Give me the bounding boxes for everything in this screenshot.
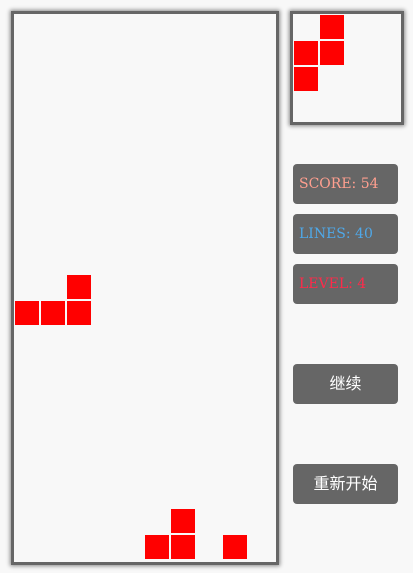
level-label: LEVEL: 4 [299, 276, 367, 292]
next-piece-block [293, 66, 319, 92]
board-block [66, 274, 92, 300]
restart-button[interactable]: 重新开始 [293, 464, 398, 504]
board-block [14, 300, 40, 326]
next-piece-block [319, 14, 345, 40]
lines-label: LINES: 40 [299, 226, 373, 242]
lines-display: LINES: 40 [293, 214, 398, 254]
board-block [170, 534, 196, 560]
next-piece-block [319, 40, 345, 66]
board-block [144, 534, 170, 560]
board-block [40, 300, 66, 326]
board-block [222, 534, 248, 560]
score-display: SCORE: 54 [293, 164, 398, 204]
level-display: LEVEL: 4 [293, 264, 398, 304]
game-board [11, 11, 279, 565]
score-label: SCORE: 54 [299, 176, 379, 192]
board-block [170, 508, 196, 534]
next-piece-preview [290, 11, 404, 125]
continue-button[interactable]: 继续 [293, 364, 398, 404]
next-piece-block [293, 40, 319, 66]
board-block [66, 300, 92, 326]
